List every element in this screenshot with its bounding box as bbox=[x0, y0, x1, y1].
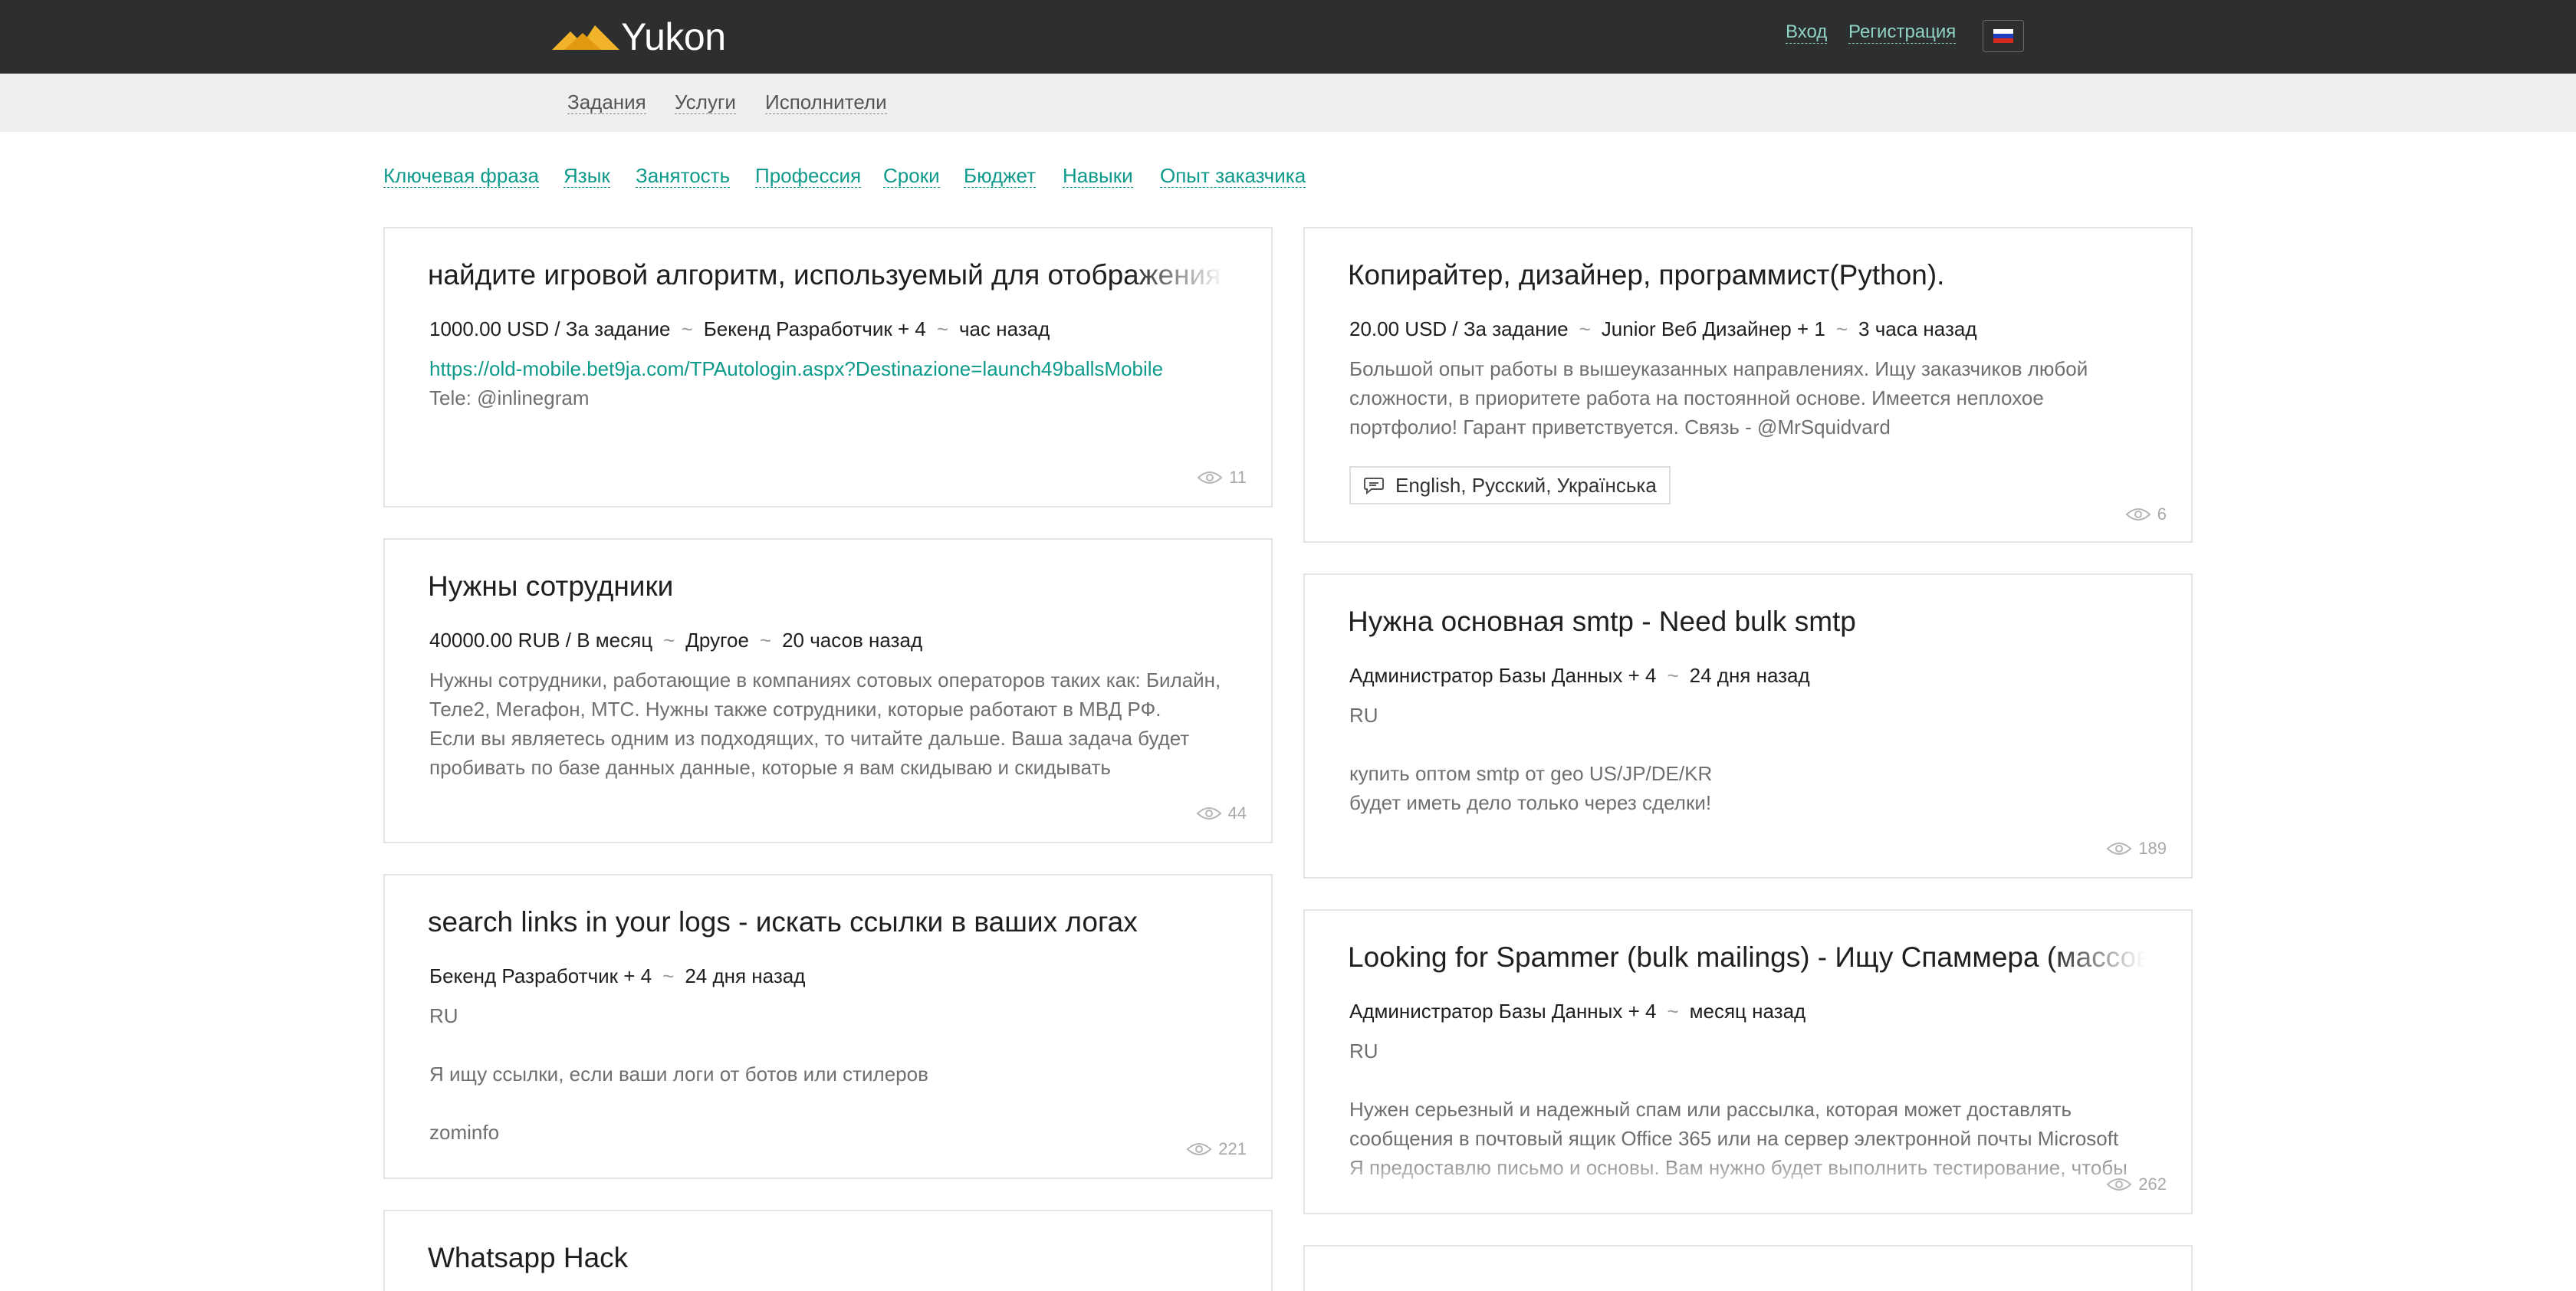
task-title[interactable]: Нужны сотрудники bbox=[428, 570, 1225, 603]
task-description: RU Нужен серьезный и надежный спам или р… bbox=[1349, 1040, 2128, 1179]
task-card[interactable]: search links in your logs - искать ссылк… bbox=[383, 874, 1273, 1179]
task-time: 24 дня назад bbox=[685, 964, 806, 987]
task-role: Junior Веб Дизайнер + 1 bbox=[1601, 317, 1825, 340]
task-card[interactable] bbox=[1303, 1245, 2193, 1291]
filter-language[interactable]: Язык bbox=[564, 164, 610, 188]
nav-tasks[interactable]: Задания bbox=[567, 90, 646, 114]
eye-icon bbox=[2125, 508, 2151, 521]
task-price: 1000.00 USD / За задание bbox=[429, 317, 671, 340]
nav-freelancers[interactable]: Исполнители bbox=[765, 90, 887, 114]
task-title[interactable]: Нужна основная smtp - Need bulk smtp bbox=[1348, 606, 2145, 638]
task-role: Другое bbox=[685, 629, 749, 652]
eye-icon bbox=[2106, 843, 2132, 855]
task-card[interactable]: Копирайтер, дизайнер, программист(Python… bbox=[1303, 227, 2193, 543]
filter-client-experience[interactable]: Опыт заказчика bbox=[1160, 164, 1306, 188]
eye-icon bbox=[2106, 1178, 2132, 1191]
task-meta: Администратор Базы Данных + 4 ~ месяц наза… bbox=[1349, 1000, 1806, 1023]
task-card[interactable]: найдите игровой алгоритм, используемый д… bbox=[383, 227, 1273, 508]
view-count: 6 bbox=[2125, 504, 2167, 524]
language-flag-button[interactable] bbox=[1983, 20, 2024, 52]
task-meta: 1000.00 USD / За задание ~ Бекенд Разработ… bbox=[429, 317, 1050, 340]
task-time: час назад bbox=[959, 317, 1050, 340]
filter-skills[interactable]: Навыки bbox=[1063, 164, 1133, 188]
task-role: Администратор Базы Данных + 4 bbox=[1349, 664, 1657, 687]
view-count: 221 bbox=[1186, 1139, 1247, 1159]
task-meta: Бекенд Разработчик + 4 ~24 дня назад bbox=[429, 964, 806, 987]
task-description: https://old-mobile.bet9ja.com/TPAutologi… bbox=[429, 357, 1164, 409]
nav-services[interactable]: Услуги bbox=[675, 90, 736, 114]
view-count: 11 bbox=[1197, 468, 1247, 488]
task-description: RU купить оптом smtp от geo US/JP/DE/KR … bbox=[1349, 704, 1713, 814]
task-title[interactable]: Looking for Spammer (bulk mailings) - Ищ… bbox=[1348, 941, 2145, 974]
task-time: 20 часов назад bbox=[782, 629, 923, 652]
filter-budget[interactable]: Бюджет bbox=[964, 164, 1037, 188]
task-meta: Администратор Базы Данных + 4 ~24 дня наз… bbox=[1349, 664, 1810, 687]
register-link[interactable]: Регистрация bbox=[1848, 21, 1957, 44]
task-title[interactable]: search links in your logs - искать ссылк… bbox=[428, 906, 1225, 938]
task-card[interactable]: Looking for Spammer (bulk mailings) - Ищ… bbox=[1303, 909, 2193, 1214]
view-count: 189 bbox=[2106, 839, 2167, 859]
task-role: Бекенд Разработчик + 4 bbox=[703, 317, 926, 340]
task-description: Нужны сотрудники, работающие в компаниях… bbox=[429, 668, 1221, 779]
filter-profession[interactable]: Профессия bbox=[755, 164, 862, 188]
sub-navigation: Задания Услуги Исполнители bbox=[0, 74, 2576, 132]
login-link[interactable]: Вход bbox=[1786, 21, 1828, 44]
brand-name: Yukon bbox=[621, 15, 726, 58]
eye-icon bbox=[1186, 1143, 1212, 1155]
filter-employment[interactable]: Занятость bbox=[636, 164, 731, 188]
view-count: 262 bbox=[2106, 1174, 2167, 1194]
task-link[interactable]: https://old-mobile.bet9ja.com/TPAutologi… bbox=[429, 357, 1163, 380]
task-role: Бекенд Разработчик + 4 bbox=[429, 964, 652, 987]
mountain-logo-icon bbox=[552, 25, 619, 50]
task-card[interactable]: Нужны сотрудники 40000.00 RUB / В месяц ~… bbox=[383, 538, 1273, 843]
task-card[interactable]: Whatsapp Hack bbox=[383, 1210, 1273, 1291]
filter-deadline[interactable]: Сроки bbox=[883, 164, 940, 188]
task-meta: 40000.00 RUB / В месяц ~ Другое ~20 часов н… bbox=[429, 629, 923, 652]
top-bar: Yukon Вход Регистрация bbox=[0, 0, 2576, 74]
languages-badge: English, Русский, Українська bbox=[1349, 466, 1671, 504]
task-price: 40000.00 RUB / В месяц bbox=[429, 629, 653, 652]
eye-icon bbox=[1196, 807, 1221, 820]
task-title[interactable]: Whatsapp Hack bbox=[428, 1242, 1225, 1274]
task-time: месяц назад bbox=[1689, 1000, 1806, 1023]
task-title[interactable]: Копирайтер, дизайнер, программист(Python… bbox=[1348, 259, 2145, 291]
task-description: RU Я ищу ссылки, если ваши логи от ботов… bbox=[429, 1004, 928, 1144]
task-time: 24 дня назад bbox=[1689, 664, 1810, 687]
view-count: 44 bbox=[1196, 803, 1247, 823]
task-meta: 20.00 USD / За задание ~ Junior Веб Дизайн… bbox=[1349, 317, 1977, 340]
filter-keyword[interactable]: Ключевая фраза bbox=[383, 164, 539, 188]
russia-flag-icon bbox=[1993, 29, 2013, 43]
task-role: Администратор Базы Данных + 4 bbox=[1349, 1000, 1657, 1023]
task-description: Большой опыт работы в вышеуказанных напр… bbox=[1349, 357, 2088, 439]
task-card[interactable]: Нужна основная smtp - Need bulk smtp Адм… bbox=[1303, 573, 2193, 879]
task-time: 3 часа назад bbox=[1858, 317, 1977, 340]
speech-bubble-icon bbox=[1364, 478, 1384, 494]
logo[interactable]: Yukon bbox=[552, 14, 726, 60]
task-price: 20.00 USD / За задание bbox=[1349, 317, 1569, 340]
eye-icon bbox=[1197, 471, 1223, 484]
task-title[interactable]: найдите игровой алгоритм, используемый д… bbox=[428, 259, 1225, 291]
